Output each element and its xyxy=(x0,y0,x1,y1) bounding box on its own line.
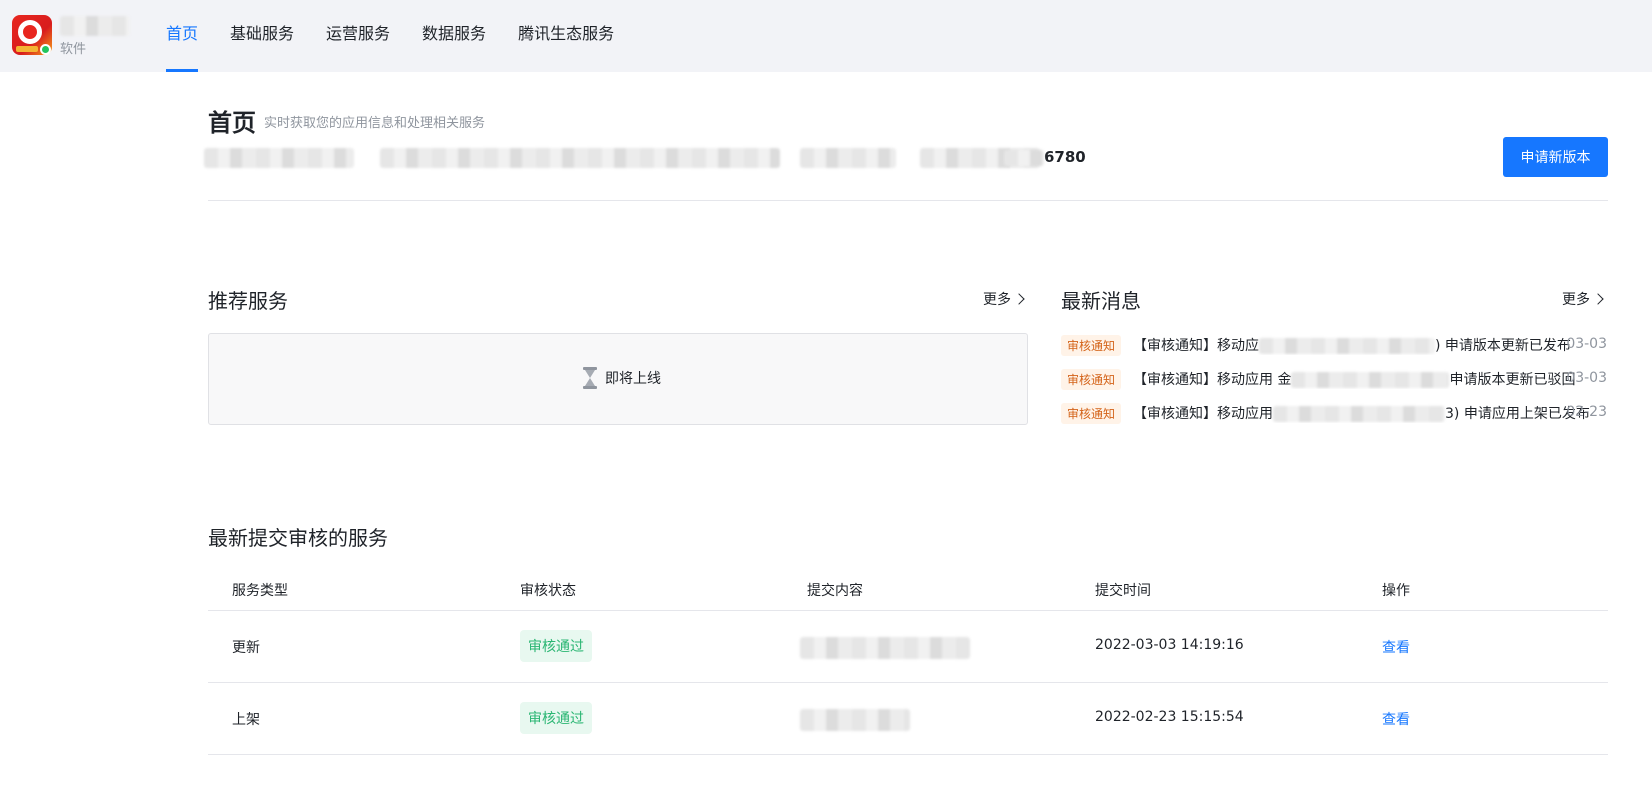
col-review-status: 审核状态 xyxy=(520,583,576,599)
submit-time: 2022-03-03 14:19:16 xyxy=(1095,637,1244,653)
nav-home[interactable]: 首页 xyxy=(166,0,199,72)
nav-basic-services[interactable]: 基础服务 xyxy=(230,0,294,72)
redacted-info xyxy=(204,148,354,168)
table-divider xyxy=(208,754,1608,755)
submissions-title: 最新提交审核的服务 xyxy=(208,526,388,550)
news-more-link[interactable]: 更多 xyxy=(1562,289,1604,309)
news-tag: 审核通知 xyxy=(1061,368,1122,390)
submit-time: 2022-02-23 15:15:54 xyxy=(1095,709,1244,725)
news-title: 最新消息 xyxy=(1061,289,1141,313)
view-link[interactable]: 查看 xyxy=(1382,709,1410,729)
news-text: 【审核通知】移动应用 3) 申请应用上架已发布 xyxy=(1133,406,1590,422)
news-item[interactable]: 审核通知 【审核通知】移动应) 申请版本更新已发布 03-03 xyxy=(1061,333,1609,357)
app-id-number: 6780 xyxy=(1004,148,1086,166)
table-row: 上架 审核通过 2022-02-23 15:15:54 查看 xyxy=(208,683,1608,755)
news-item[interactable]: 审核通知 【审核通知】移动应用 金申请版本更新已驳回 03-03 xyxy=(1061,367,1609,391)
app-sub-label: 软件 xyxy=(60,42,87,57)
news-date: 02-23 xyxy=(1566,404,1607,420)
redacted-content xyxy=(800,637,970,659)
header-divider xyxy=(208,200,1608,201)
view-link[interactable]: 查看 xyxy=(1382,637,1410,657)
main-nav: 首页 基础服务 运营服务 数据服务 腾讯生态服务 xyxy=(166,0,646,72)
news-text: 【审核通知】移动应) 申请版本更新已发布 xyxy=(1133,338,1571,354)
coming-soon-panel: 即将上线 xyxy=(208,333,1028,425)
recommend-more-link[interactable]: 更多 xyxy=(983,289,1025,309)
col-submit-time: 提交时间 xyxy=(1095,583,1151,599)
nav-operation-services[interactable]: 运营服务 xyxy=(326,0,390,72)
top-bar: 软件 首页 基础服务 运营服务 数据服务 腾讯生态服务 xyxy=(0,0,1652,72)
page-description: 实时获取您的应用信息和处理相关服务 xyxy=(264,116,486,131)
more-label: 更多 xyxy=(1562,292,1590,308)
table-row: 更新 审核通过 2022-03-03 14:19:16 查看 xyxy=(208,611,1608,683)
nav-tencent-ecosystem-services[interactable]: 腾讯生态服务 xyxy=(518,0,614,72)
redacted-content xyxy=(800,709,910,731)
service-type: 更新 xyxy=(232,640,260,656)
service-type: 上架 xyxy=(232,712,260,728)
news-tag: 审核通知 xyxy=(1061,402,1122,424)
apply-new-version-button[interactable]: 申请新版本 xyxy=(1503,137,1608,177)
coming-soon-label: 即将上线 xyxy=(605,371,661,387)
hourglass-icon xyxy=(583,367,597,389)
news-item[interactable]: 审核通知 【审核通知】移动应用 3) 申请应用上架已发布 02-23 xyxy=(1061,401,1609,425)
chevron-right-icon xyxy=(1013,293,1025,305)
col-actions: 操作 xyxy=(1382,583,1410,599)
online-status-icon xyxy=(40,44,51,55)
col-submitted-content: 提交内容 xyxy=(807,583,863,599)
status-badge: 审核通过 xyxy=(520,702,592,734)
news-date: 03-03 xyxy=(1566,370,1607,386)
more-label: 更多 xyxy=(983,292,1011,308)
news-text: 【审核通知】移动应用 金申请版本更新已驳回 xyxy=(1133,372,1576,388)
app-name-redacted xyxy=(60,16,130,36)
news-tag: 审核通知 xyxy=(1061,334,1122,356)
app-info-row: 6780 xyxy=(204,148,1104,170)
news-date: 03-03 xyxy=(1566,336,1607,352)
nav-data-services[interactable]: 数据服务 xyxy=(422,0,486,72)
redacted-info xyxy=(800,148,896,168)
recommend-title: 推荐服务 xyxy=(208,289,288,313)
redacted-info xyxy=(380,148,780,168)
status-badge: 审核通过 xyxy=(520,630,592,662)
submissions-table-header: 服务类型 审核状态 提交内容 提交时间 操作 xyxy=(208,570,1608,610)
page-title: 首页 xyxy=(208,109,256,137)
chevron-right-icon xyxy=(1592,293,1604,305)
col-service-type: 服务类型 xyxy=(232,583,288,599)
